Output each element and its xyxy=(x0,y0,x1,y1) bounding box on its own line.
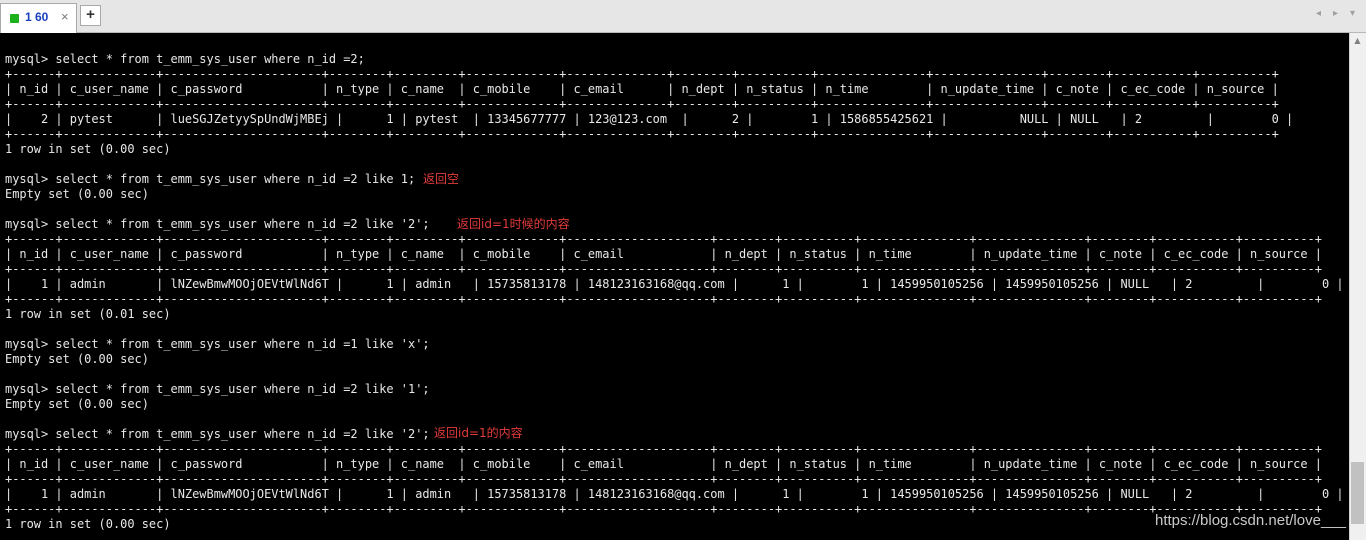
terminal-line: mysql> select * from t_emm_sys_user wher… xyxy=(5,172,416,186)
terminal-output[interactable]: mysql> select * from t_emm_sys_user wher… xyxy=(0,33,1349,540)
close-icon[interactable]: × xyxy=(61,9,69,24)
terminal-line: Empty set (0.00 sec) xyxy=(5,187,149,201)
terminal-line: mysql> select * from t_emm_sys_user wher… xyxy=(5,217,430,231)
terminal-line: +------+-------------+------------------… xyxy=(5,262,1322,276)
terminal-line: Empty set (0.00 sec) xyxy=(5,397,149,411)
terminal-line: +------+-------------+------------------… xyxy=(5,127,1279,141)
tab-scroll-right-icon[interactable]: ▸ xyxy=(1333,8,1338,19)
terminal-line: +------+-------------+------------------… xyxy=(5,67,1279,81)
terminal-line: | n_id | c_user_name | c_password | n_ty… xyxy=(5,457,1322,471)
terminal-line: Empty set (0.00 sec) xyxy=(5,352,149,366)
tab-scroll-left-icon[interactable]: ◂ xyxy=(1316,8,1321,19)
terminal-line: | n_id | c_user_name | c_password | n_ty… xyxy=(5,247,1322,261)
tab-label: 1 60 xyxy=(25,10,49,24)
terminal-line: +------+-------------+------------------… xyxy=(5,97,1279,111)
terminal-line: 1 row in set (0.00 sec) xyxy=(5,517,171,531)
add-tab-button[interactable]: + xyxy=(80,5,101,26)
terminal-line: +------+-------------+------------------… xyxy=(5,232,1322,246)
terminal-line: +------+-------------+------------------… xyxy=(5,502,1322,516)
terminal-line: mysql> select * from t_emm_sys_user wher… xyxy=(5,427,430,441)
terminal-line: | 2 | pytest | lueSGJZetyySpUndWjMBEj | … xyxy=(5,112,1294,126)
connected-status-icon xyxy=(10,14,19,23)
scrollbar-thumb[interactable] xyxy=(1351,462,1364,524)
terminal-line: | n_id | c_user_name | c_password | n_ty… xyxy=(5,82,1279,96)
terminal-line: mysql> select * from t_emm_sys_user wher… xyxy=(5,382,430,396)
scroll-up-icon[interactable]: ▲ xyxy=(1349,33,1366,48)
session-tab[interactable]: 1 60 × xyxy=(0,3,77,33)
terminal-line: +------+-------------+------------------… xyxy=(5,442,1322,456)
terminal-line: 1 row in set (0.01 sec) xyxy=(5,307,171,321)
tab-bar: 1 60 × + ◂ ▸ ▾ xyxy=(0,0,1366,33)
tab-menu-icon[interactable]: ▾ xyxy=(1350,8,1355,19)
annotation-note: 返回空 xyxy=(423,172,460,186)
terminal-line: | 1 | admin | lNZewBmwMOOjOEVtWlNd6T | 1… xyxy=(5,277,1344,291)
terminal-line: 1 row in set (0.00 sec) xyxy=(5,142,171,156)
annotation-note: 返回id=1的内容 xyxy=(434,426,523,440)
watermark: https://blog.csdn.net/love___ xyxy=(1155,512,1346,529)
terminal-line: +------+-------------+------------------… xyxy=(5,472,1322,486)
terminal-line: mysql> select * from t_emm_sys_user wher… xyxy=(5,52,365,66)
terminal-line: +------+-------------+------------------… xyxy=(5,292,1322,306)
terminal-line: | 1 | admin | lNZewBmwMOOjOEVtWlNd6T | 1… xyxy=(5,487,1344,501)
annotation-note: 返回id=1时候的内容 xyxy=(457,217,570,231)
terminal-line: mysql> select * from t_emm_sys_user wher… xyxy=(5,337,430,351)
